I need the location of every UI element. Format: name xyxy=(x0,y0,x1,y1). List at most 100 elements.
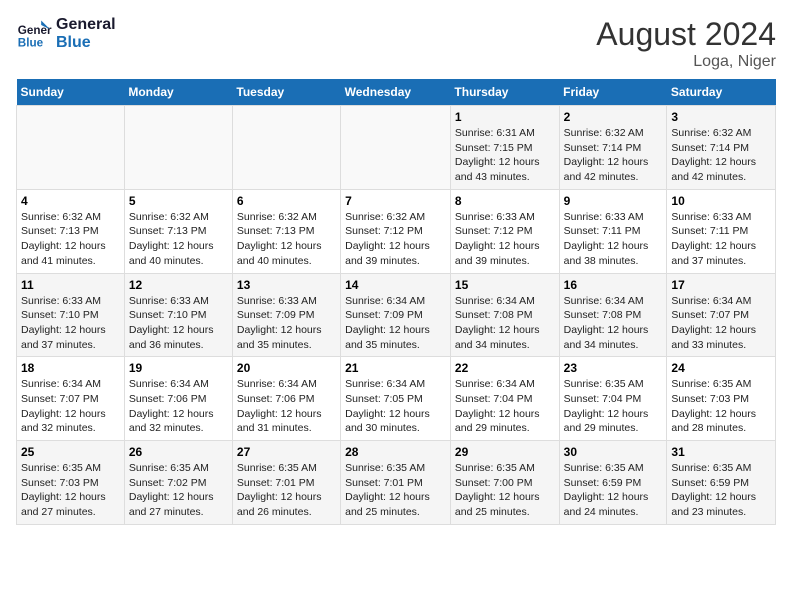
day-content: Sunrise: 6:35 AM Sunset: 7:01 PM Dayligh… xyxy=(345,461,446,520)
table-row: 14 Sunrise: 6:34 AM Sunset: 7:09 PM Dayli… xyxy=(341,273,451,357)
day-content: Sunrise: 6:35 AM Sunset: 6:59 PM Dayligh… xyxy=(671,461,771,520)
day-content: Sunrise: 6:32 AM Sunset: 7:13 PM Dayligh… xyxy=(21,210,120,269)
table-row: 8 Sunrise: 6:33 AM Sunset: 7:12 PM Daylig… xyxy=(450,189,559,273)
day-number: 25 xyxy=(21,445,120,459)
day-number: 24 xyxy=(671,361,771,375)
day-number: 19 xyxy=(129,361,228,375)
logo-icon: General Blue xyxy=(16,16,52,52)
day-number: 15 xyxy=(455,278,555,292)
day-number: 14 xyxy=(345,278,446,292)
logo-line2: Blue xyxy=(56,34,116,52)
day-content: Sunrise: 6:33 AM Sunset: 7:09 PM Dayligh… xyxy=(237,294,336,353)
day-content: Sunrise: 6:35 AM Sunset: 7:04 PM Dayligh… xyxy=(564,377,663,436)
header-wednesday: Wednesday xyxy=(341,79,451,106)
header-thursday: Thursday xyxy=(450,79,559,106)
table-row: 24 Sunrise: 6:35 AM Sunset: 7:03 PM Dayli… xyxy=(667,357,776,441)
day-number: 11 xyxy=(21,278,120,292)
day-number: 1 xyxy=(455,110,555,124)
day-content: Sunrise: 6:35 AM Sunset: 6:59 PM Dayligh… xyxy=(564,461,663,520)
table-row: 3Sunrise: 6:32 AM Sunset: 7:14 PM Daylig… xyxy=(667,106,776,190)
table-row: 9Sunrise: 6:33 AM Sunset: 7:11 PM Daylig… xyxy=(559,189,667,273)
day-content: Sunrise: 6:33 AM Sunset: 7:12 PM Dayligh… xyxy=(455,210,555,269)
day-content: Sunrise: 6:35 AM Sunset: 7:01 PM Dayligh… xyxy=(237,461,336,520)
day-number: 18 xyxy=(21,361,120,375)
table-row: 4 Sunrise: 6:32 AM Sunset: 7:13 PM Daylig… xyxy=(17,189,125,273)
calendar-header: Sunday Monday Tuesday Wednesday Thursday… xyxy=(17,79,776,106)
header-sunday: Sunday xyxy=(17,79,125,106)
day-number: 21 xyxy=(345,361,446,375)
table-row: 12 Sunrise: 6:33 AM Sunset: 7:10 PM Dayli… xyxy=(124,273,232,357)
day-number: 17 xyxy=(671,278,771,292)
table-row: 2 Sunrise: 6:32 AM Sunset: 7:14 PM Daylig… xyxy=(559,106,667,190)
table-row: 6Sunrise: 6:32 AM Sunset: 7:13 PM Daylig… xyxy=(232,189,340,273)
day-content: Sunrise: 6:34 AM Sunset: 7:08 PM Dayligh… xyxy=(455,294,555,353)
title-block: August 2024 Loga, Niger xyxy=(596,16,776,71)
table-row: 13Sunrise: 6:33 AM Sunset: 7:09 PM Dayli… xyxy=(232,273,340,357)
day-number: 7 xyxy=(345,194,446,208)
header-monday: Monday xyxy=(124,79,232,106)
svg-text:General: General xyxy=(18,24,52,37)
day-content: Sunrise: 6:34 AM Sunset: 7:08 PM Dayligh… xyxy=(564,294,663,353)
day-number: 2 xyxy=(564,110,663,124)
day-number: 4 xyxy=(21,194,120,208)
table-row: 30 Sunrise: 6:35 AM Sunset: 6:59 PM Dayli… xyxy=(559,441,667,525)
table-row: 5 Sunrise: 6:32 AM Sunset: 7:13 PM Daylig… xyxy=(124,189,232,273)
table-row: 19 Sunrise: 6:34 AM Sunset: 7:06 PM Dayli… xyxy=(124,357,232,441)
day-number: 20 xyxy=(237,361,336,375)
day-content: Sunrise: 6:32 AM Sunset: 7:13 PM Dayligh… xyxy=(129,210,228,269)
day-number: 6 xyxy=(237,194,336,208)
day-content: Sunrise: 6:34 AM Sunset: 7:09 PM Dayligh… xyxy=(345,294,446,353)
day-number: 8 xyxy=(455,194,555,208)
day-number: 23 xyxy=(564,361,663,375)
table-row: 22 Sunrise: 6:34 AM Sunset: 7:04 PM Dayli… xyxy=(450,357,559,441)
month-title: August 2024 xyxy=(596,16,776,53)
table-row xyxy=(232,106,340,190)
day-content: Sunrise: 6:32 AM Sunset: 7:14 PM Dayligh… xyxy=(564,126,663,185)
calendar-table: Sunday Monday Tuesday Wednesday Thursday… xyxy=(16,79,776,525)
day-number: 16 xyxy=(564,278,663,292)
table-row: 17 Sunrise: 6:34 AM Sunset: 7:07 PM Dayli… xyxy=(667,273,776,357)
day-content: Sunrise: 6:32 AM Sunset: 7:12 PM Dayligh… xyxy=(345,210,446,269)
day-number: 3 xyxy=(671,110,771,124)
day-number: 26 xyxy=(129,445,228,459)
day-content: Sunrise: 6:34 AM Sunset: 7:04 PM Dayligh… xyxy=(455,377,555,436)
day-number: 5 xyxy=(129,194,228,208)
table-row: 21Sunrise: 6:34 AM Sunset: 7:05 PM Dayli… xyxy=(341,357,451,441)
day-number: 31 xyxy=(671,445,771,459)
header-friday: Friday xyxy=(559,79,667,106)
table-row: 25 Sunrise: 6:35 AM Sunset: 7:03 PM Dayli… xyxy=(17,441,125,525)
day-content: Sunrise: 6:34 AM Sunset: 7:07 PM Dayligh… xyxy=(21,377,120,436)
table-row: 20 Sunrise: 6:34 AM Sunset: 7:06 PM Dayli… xyxy=(232,357,340,441)
day-content: Sunrise: 6:31 AM Sunset: 7:15 PM Dayligh… xyxy=(455,126,555,185)
page-header: General Blue General Blue August 2024 Lo… xyxy=(16,16,776,71)
location: Loga, Niger xyxy=(596,53,776,71)
header-tuesday: Tuesday xyxy=(232,79,340,106)
day-content: Sunrise: 6:34 AM Sunset: 7:06 PM Dayligh… xyxy=(237,377,336,436)
table-row xyxy=(341,106,451,190)
table-row: 18 Sunrise: 6:34 AM Sunset: 7:07 PM Dayli… xyxy=(17,357,125,441)
table-row: 7 Sunrise: 6:32 AM Sunset: 7:12 PM Daylig… xyxy=(341,189,451,273)
day-number: 22 xyxy=(455,361,555,375)
calendar-body: 1 Sunrise: 6:31 AM Sunset: 7:15 PM Daylig… xyxy=(17,106,776,525)
day-number: 29 xyxy=(455,445,555,459)
day-content: Sunrise: 6:33 AM Sunset: 7:11 PM Dayligh… xyxy=(671,210,771,269)
table-row: 16 Sunrise: 6:34 AM Sunset: 7:08 PM Dayli… xyxy=(559,273,667,357)
day-number: 30 xyxy=(564,445,663,459)
table-row: 29Sunrise: 6:35 AM Sunset: 7:00 PM Dayli… xyxy=(450,441,559,525)
table-row xyxy=(124,106,232,190)
day-content: Sunrise: 6:33 AM Sunset: 7:10 PM Dayligh… xyxy=(129,294,228,353)
day-number: 10 xyxy=(671,194,771,208)
logo: General Blue General Blue xyxy=(16,16,116,52)
day-number: 12 xyxy=(129,278,228,292)
table-row: 11 Sunrise: 6:33 AM Sunset: 7:10 PM Dayli… xyxy=(17,273,125,357)
day-content: Sunrise: 6:33 AM Sunset: 7:11 PM Dayligh… xyxy=(564,210,663,269)
day-content: Sunrise: 6:34 AM Sunset: 7:06 PM Dayligh… xyxy=(129,377,228,436)
table-row: 27Sunrise: 6:35 AM Sunset: 7:01 PM Dayli… xyxy=(232,441,340,525)
day-content: Sunrise: 6:35 AM Sunset: 7:03 PM Dayligh… xyxy=(671,377,771,436)
table-row: 31 Sunrise: 6:35 AM Sunset: 6:59 PM Dayli… xyxy=(667,441,776,525)
day-content: Sunrise: 6:34 AM Sunset: 7:07 PM Dayligh… xyxy=(671,294,771,353)
day-content: Sunrise: 6:33 AM Sunset: 7:10 PM Dayligh… xyxy=(21,294,120,353)
table-row: 23 Sunrise: 6:35 AM Sunset: 7:04 PM Dayli… xyxy=(559,357,667,441)
table-row: 1 Sunrise: 6:31 AM Sunset: 7:15 PM Daylig… xyxy=(450,106,559,190)
day-content: Sunrise: 6:35 AM Sunset: 7:03 PM Dayligh… xyxy=(21,461,120,520)
